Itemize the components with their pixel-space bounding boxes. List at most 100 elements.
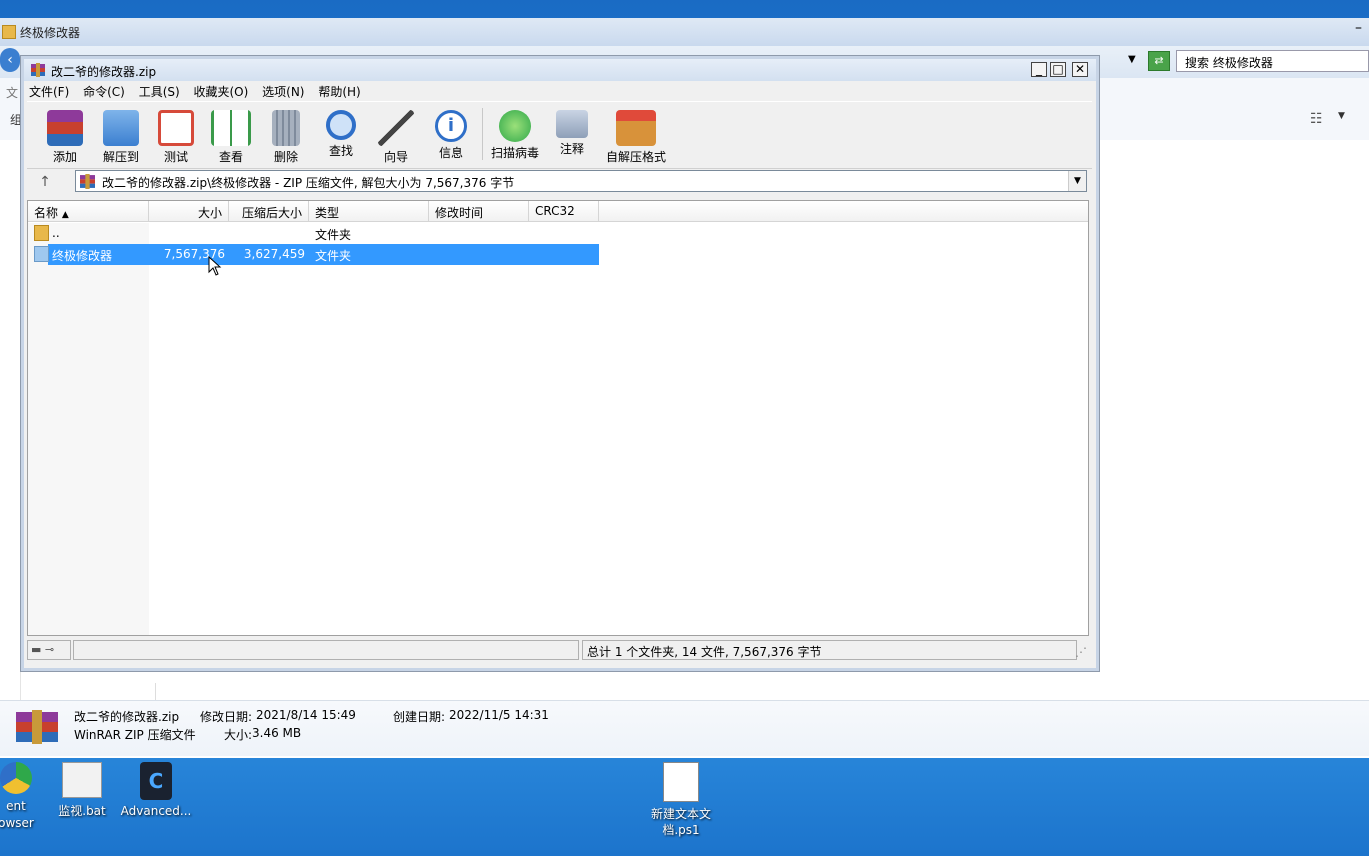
find-button[interactable]: 查找	[313, 104, 369, 166]
add-button[interactable]: 添加	[37, 104, 93, 166]
ps1-file-icon	[663, 762, 699, 802]
table-row-selected[interactable]: 终极修改器 7,567,376 3,627,459 文件夹	[28, 244, 1088, 265]
menu-options[interactable]: 选项(N)	[257, 81, 309, 102]
refresh-icon[interactable]: ⇄	[1148, 51, 1170, 71]
column-size[interactable]: 大小	[149, 201, 229, 222]
sort-ascending-icon: ▲	[61, 210, 69, 220]
sfx-button[interactable]: 自解压格式	[600, 104, 672, 166]
toolbar-separator	[482, 108, 483, 160]
folder-icon	[34, 246, 49, 262]
find-label: 查找	[328, 144, 353, 158]
browser-icon	[0, 762, 32, 794]
desktop-icon-browser[interactable]: ent owser	[0, 762, 38, 832]
mouse-cursor-icon	[208, 256, 222, 276]
search-input[interactable]: 搜索 终极修改器	[1176, 50, 1369, 72]
desktop-label: 监视.bat	[58, 804, 106, 818]
delete-button[interactable]: 删除	[258, 104, 314, 166]
back-arrow-icon[interactable]: ‹	[0, 48, 20, 72]
row-packed: 3,627,459	[243, 247, 305, 261]
test-button[interactable]: 测试	[148, 104, 204, 166]
close-button[interactable]: ✕	[1072, 62, 1088, 77]
folder-icon	[2, 25, 16, 39]
drive-key-icon[interactable]: ▬ ⊸	[27, 640, 71, 660]
column-name-label: 名称	[34, 206, 59, 220]
desktop-label: Advanced...	[120, 804, 192, 818]
advanced-app-icon: C	[140, 762, 172, 800]
row-name: 终极修改器	[52, 249, 113, 263]
created-value: 2022/11/5 14:31	[449, 708, 549, 722]
folder-icon	[34, 225, 49, 241]
explorer-content-pane	[1098, 140, 1369, 700]
winrar-titlebar: 改二爷的修改器.zip _ □ ✕	[24, 59, 1096, 81]
winrar-icon	[31, 63, 45, 77]
toolbar: 添加 解压到 测试 查看 删除 查找 向导 i 信息 扫描病毒 注释 自解压格式	[27, 101, 1092, 169]
desktop-label: 新建文本文 档.ps1	[650, 807, 711, 837]
info-button[interactable]: i 信息	[423, 104, 479, 166]
status-total: 总计 1 个文件夹, 14 文件, 7,567,376 字节	[582, 640, 1077, 660]
menu-glyph: 文	[6, 86, 19, 100]
winrar-window: 改二爷的修改器.zip _ □ ✕ 文件(F) 命令(C) 工具(S) 收藏夹(…	[20, 55, 1100, 672]
file-list: 名称 ▲ 大小 压缩后大小 类型 修改时间 CRC32 .. 文件夹 终极修改器…	[27, 200, 1089, 636]
view-button[interactable]: 查看	[203, 104, 259, 166]
menu-help[interactable]: 帮助(H)	[313, 81, 365, 102]
minimize-button[interactable]: _	[1031, 62, 1047, 77]
desktop-icon-advanced[interactable]: C Advanced...	[118, 762, 194, 818]
info-icon: i	[435, 110, 467, 142]
desktop-icon-bat[interactable]: 监视.bat	[52, 762, 112, 819]
resize-grip-icon[interactable]: ⋰	[1075, 645, 1087, 659]
view-label: 查看	[218, 150, 243, 164]
path-combobox[interactable]: 改二爷的修改器.zip\终极修改器 - ZIP 压缩文件, 解包大小为 7,56…	[75, 170, 1087, 192]
column-type[interactable]: 类型	[309, 201, 429, 222]
menu-commands[interactable]: 命令(C)	[78, 81, 130, 102]
column-packed[interactable]: 压缩后大小	[229, 201, 309, 222]
view-book-icon	[211, 110, 251, 146]
add-label: 添加	[52, 150, 77, 164]
up-arrow-icon[interactable]: ↑	[27, 170, 63, 194]
modified-value: 2021/8/14 15:49	[256, 708, 356, 722]
view-list-icon[interactable]: ☷	[1310, 111, 1323, 127]
row-type: 文件夹	[315, 228, 352, 242]
archive-path-icon	[80, 174, 95, 189]
file-name: 改二爷的修改器.zip	[74, 710, 180, 724]
desktop-label: ent owser	[0, 799, 34, 830]
address-dropdown-icon[interactable]: ▼	[1128, 54, 1136, 65]
menu-favorites[interactable]: 收藏夹(O)	[189, 81, 254, 102]
file-type: WinRAR ZIP 压缩文件	[74, 728, 196, 742]
menu-file[interactable]: 文件(F)	[24, 81, 74, 102]
delete-label: 删除	[273, 150, 298, 164]
window-title: 改二爷的修改器.zip	[51, 65, 157, 79]
menu-tools[interactable]: 工具(S)	[134, 81, 185, 102]
path-text: 改二爷的修改器.zip\终极修改器 - ZIP 压缩文件, 解包大小为 7,56…	[102, 176, 515, 190]
test-label: 测试	[163, 150, 188, 164]
virus-scan-icon	[499, 110, 531, 142]
menu-bar: 文件(F) 命令(C) 工具(S) 收藏夹(O) 选项(N) 帮助(H)	[24, 81, 1096, 101]
wizard-button[interactable]: 向导	[368, 104, 424, 166]
column-name[interactable]: 名称 ▲	[28, 201, 149, 222]
name-column-bg	[28, 223, 149, 635]
view-dropdown-icon[interactable]: ▼	[1338, 111, 1345, 121]
modified-label: 修改日期:	[200, 710, 253, 724]
trash-icon	[272, 110, 300, 146]
comment-button[interactable]: 注释	[544, 104, 600, 166]
extract-to-button[interactable]: 解压到	[93, 104, 149, 166]
minimize-icon[interactable]: –	[1355, 20, 1369, 38]
details-pane: 改二爷的修改器.zip WinRAR ZIP 压缩文件 修改日期: 2021/8…	[0, 700, 1369, 756]
scan-virus-button[interactable]: 扫描病毒	[487, 104, 543, 166]
maximize-button[interactable]: □	[1050, 62, 1066, 77]
explorer-title: 终极修改器	[20, 26, 81, 40]
bat-file-icon	[62, 762, 102, 798]
table-row[interactable]: .. 文件夹	[28, 223, 1088, 243]
column-crc32[interactable]: CRC32	[529, 201, 599, 222]
size-label: 大小:	[224, 728, 253, 742]
desktop-icon-ps1[interactable]: 新建文本文 档.ps1	[644, 762, 718, 838]
path-dropdown-icon[interactable]: ▼	[1068, 171, 1086, 191]
row-name: ..	[52, 226, 60, 240]
find-magnifier-icon	[326, 110, 356, 140]
path-bar: ↑ 改二爷的修改器.zip\终极修改器 - ZIP 压缩文件, 解包大小为 7,…	[27, 170, 1089, 194]
column-filler	[599, 201, 1088, 222]
status-bar: ▬ ⊸ 总计 1 个文件夹, 14 文件, 7,567,376 字节 ⋰	[27, 640, 1089, 662]
size-value: 3.46 MB	[252, 726, 302, 740]
info-label: 信息	[438, 146, 463, 160]
status-selection	[73, 640, 579, 660]
column-modified[interactable]: 修改时间	[429, 201, 529, 222]
